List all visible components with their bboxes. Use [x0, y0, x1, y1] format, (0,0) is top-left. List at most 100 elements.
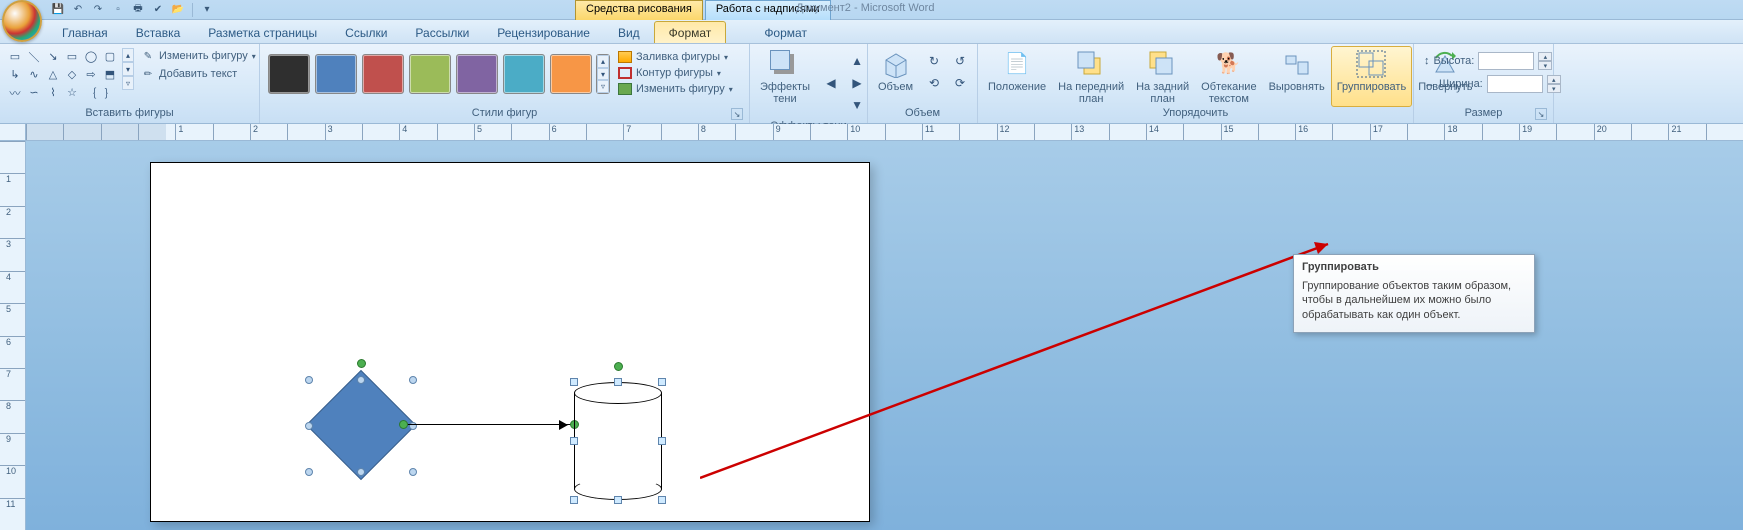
- nudge-right-icon[interactable]: ▶: [846, 74, 868, 92]
- tab-review[interactable]: Рецензирование: [483, 22, 604, 43]
- shape-arrowr-icon[interactable]: ⇨: [82, 66, 100, 83]
- style-swatch-2[interactable]: [362, 54, 404, 94]
- send-back-button[interactable]: На задний план: [1130, 46, 1195, 107]
- undo-icon[interactable]: ↶: [70, 2, 86, 18]
- print-icon[interactable]: 🖶: [130, 2, 146, 18]
- style-swatches[interactable]: [264, 46, 596, 102]
- sel-handle[interactable]: [305, 376, 313, 384]
- spell-icon[interactable]: ✔: [150, 2, 166, 18]
- shape-textbox-icon[interactable]: ▭: [6, 48, 24, 65]
- rotate-handle-2[interactable]: [614, 362, 623, 371]
- width-up-icon[interactable]: ▴: [1547, 75, 1561, 84]
- bring-front-button[interactable]: На передний план: [1052, 46, 1130, 107]
- shape-free2-icon[interactable]: ∽: [25, 84, 43, 101]
- style-up-icon[interactable]: ▴: [597, 55, 609, 68]
- tilt-down-icon[interactable]: ↺: [949, 52, 971, 70]
- style-scroll[interactable]: ▴ ▾ ▿: [596, 54, 610, 94]
- sel-handle[interactable]: [614, 496, 622, 504]
- shapes-scroll[interactable]: ▴ ▾ ▿: [122, 46, 134, 92]
- sel-handle[interactable]: [409, 468, 417, 476]
- sel-handle[interactable]: [658, 378, 666, 386]
- style-down-icon[interactable]: ▾: [597, 68, 609, 81]
- shape-rect-icon[interactable]: ▭: [63, 48, 81, 65]
- style-swatch-5[interactable]: [503, 54, 545, 94]
- shape-curve-icon[interactable]: ∿: [25, 66, 43, 83]
- tab-layout[interactable]: Разметка страницы: [194, 22, 331, 43]
- shape-callout-icon[interactable]: ⬒: [101, 66, 119, 83]
- style-swatch-1[interactable]: [315, 54, 357, 94]
- position-button[interactable]: 📄 Положение: [982, 46, 1052, 107]
- scroll-more-icon[interactable]: ▿: [122, 76, 134, 90]
- style-swatch-6[interactable]: [550, 54, 592, 94]
- ruler-horizontal[interactable]: [26, 124, 1743, 141]
- tab-format-textbox[interactable]: Формат: [750, 22, 821, 43]
- connector-handle[interactable]: [399, 420, 408, 429]
- shape-oval-icon[interactable]: ◯: [82, 48, 100, 65]
- tilt-left-icon[interactable]: ⟲: [923, 74, 945, 92]
- sel-handle[interactable]: [357, 468, 365, 476]
- sel-handle[interactable]: [357, 376, 365, 384]
- size-launcher-icon[interactable]: ↘: [1535, 108, 1547, 120]
- sel-handle[interactable]: [570, 437, 578, 445]
- redo-icon[interactable]: ↷: [90, 2, 106, 18]
- shape-diamond-icon[interactable]: ◇: [63, 66, 81, 83]
- sel-handle[interactable]: [305, 422, 313, 430]
- shape-elbow-icon[interactable]: ↳: [6, 66, 24, 83]
- shadow-effects-button[interactable]: Эффекты тени: [754, 46, 816, 105]
- volume-button[interactable]: Объем: [872, 46, 919, 93]
- dialog-launcher-icon[interactable]: ↘: [731, 108, 743, 120]
- connector-arrow[interactable]: [402, 424, 572, 426]
- shape-brace-icon[interactable]: ｛: [82, 84, 100, 101]
- tab-view[interactable]: Вид: [604, 22, 654, 43]
- shape-roundrect-icon[interactable]: ▢: [101, 48, 119, 65]
- scroll-down-icon[interactable]: ▾: [122, 62, 134, 76]
- shape-free3-icon[interactable]: ⌇: [44, 84, 62, 101]
- sel-handle[interactable]: [409, 376, 417, 384]
- shape-outline-button[interactable]: Контур фигуры▾: [616, 66, 735, 80]
- sel-handle[interactable]: [614, 378, 622, 386]
- nudge-left-icon[interactable]: ◀: [820, 74, 842, 92]
- sel-handle[interactable]: [570, 496, 578, 504]
- nudge-down-icon[interactable]: ▼: [846, 96, 868, 114]
- height-up-icon[interactable]: ▴: [1538, 52, 1552, 61]
- shape-line-icon[interactable]: ＼: [25, 48, 43, 65]
- nudge-up-icon[interactable]: ▲: [846, 52, 868, 70]
- tilt-right-icon[interactable]: ⟳: [949, 74, 971, 92]
- group-button[interactable]: Группировать: [1331, 46, 1413, 107]
- shape-star-icon[interactable]: ☆: [63, 84, 81, 101]
- page[interactable]: [150, 162, 870, 522]
- shape-arrow-icon[interactable]: ↘: [44, 48, 62, 65]
- rotate-handle[interactable]: [357, 359, 366, 368]
- scroll-up-icon[interactable]: ▴: [122, 48, 134, 62]
- tab-insert[interactable]: Вставка: [122, 22, 195, 43]
- qat-more-icon[interactable]: ▾: [199, 2, 215, 18]
- height-input[interactable]: [1478, 52, 1534, 70]
- shape-brace2-icon[interactable]: ｝: [101, 84, 119, 101]
- save-icon[interactable]: 💾: [50, 2, 66, 18]
- shapes-gallery[interactable]: ▭ ＼ ↘ ▭ ◯ ▢ ↳ ∿ △ ◇ ⇨ ⬒ 〰 ∽ ⌇ ☆ ｛ ｝: [4, 46, 121, 103]
- shape-change-button[interactable]: Изменить фигуру▾: [616, 82, 735, 96]
- style-swatch-3[interactable]: [409, 54, 451, 94]
- wrap-text-button[interactable]: 🐕 Обтекание текстом: [1195, 46, 1262, 107]
- style-more-icon[interactable]: ▿: [597, 80, 609, 93]
- shape-cylinder[interactable]: [574, 382, 662, 500]
- change-shape-button[interactable]: ✎ Изменить фигуру ▾: [137, 48, 260, 64]
- add-text-button[interactable]: ✏ Добавить текст: [137, 66, 260, 82]
- tab-references[interactable]: Ссылки: [331, 22, 401, 43]
- shape-triangle-icon[interactable]: △: [44, 66, 62, 83]
- style-swatch-4[interactable]: [456, 54, 498, 94]
- tab-format-drawing[interactable]: Формат: [654, 21, 727, 43]
- new-icon[interactable]: ▫: [110, 2, 126, 18]
- width-down-icon[interactable]: ▾: [1547, 84, 1561, 93]
- tab-mailings[interactable]: Рассылки: [401, 22, 483, 43]
- tab-home[interactable]: Главная: [48, 22, 122, 43]
- ruler-vertical[interactable]: 1234567891011: [0, 141, 26, 530]
- shape-free1-icon[interactable]: 〰: [6, 84, 24, 101]
- office-button[interactable]: [2, 0, 42, 42]
- width-input[interactable]: [1487, 75, 1543, 93]
- shape-fill-button[interactable]: Заливка фигуры▾: [616, 50, 735, 64]
- sel-handle[interactable]: [570, 378, 578, 386]
- open-icon[interactable]: 📂: [170, 2, 186, 18]
- align-button[interactable]: Выровнять: [1263, 46, 1331, 107]
- style-swatch-0[interactable]: [268, 54, 310, 94]
